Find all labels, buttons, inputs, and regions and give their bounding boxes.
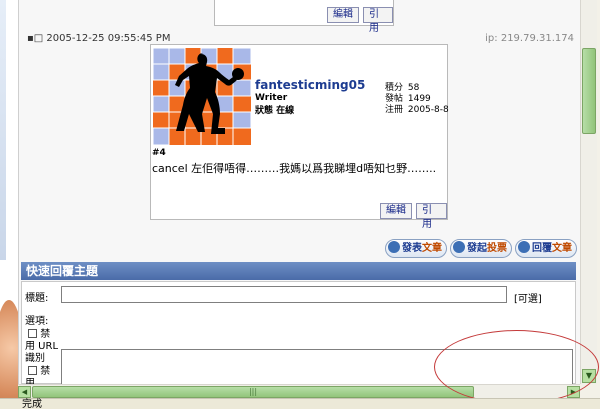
vertical-scrollbar[interactable]: ▼ (580, 0, 597, 384)
red-annotation-circle (434, 330, 599, 404)
new-topic-label-1: 發表 (402, 243, 422, 254)
post-card: fantesticming05 Writer 狀態 在線 積分 58 發帖 14… (150, 44, 449, 230)
post-date: ▪□ 2005-12-25 09:55:45 PM (27, 33, 170, 44)
new-topic-button[interactable]: 發表文章 (385, 239, 447, 258)
horizontal-scroll-thumb[interactable]: ||| (32, 386, 474, 398)
disable-smilies-label-2: 用 (25, 378, 35, 384)
new-poll-label-1: 發起 (467, 243, 487, 254)
new-poll-icon (453, 241, 465, 253)
username[interactable]: fantesticming05 (255, 78, 365, 92)
stat-label: 注冊 (385, 105, 404, 115)
quote-button[interactable]: 引用 (416, 203, 447, 230)
title-label: 標題: (25, 293, 49, 304)
title-input[interactable] (61, 286, 507, 303)
new-topic-label-2: 文章 (422, 243, 442, 254)
reply-label-1: 回覆 (532, 243, 552, 254)
new-poll-button[interactable]: 發起投票 (450, 239, 512, 258)
new-topic-icon (388, 241, 400, 253)
reply-button[interactable]: 回覆文章 (515, 239, 577, 258)
desktop-decoration (0, 0, 18, 409)
user-rank: Writer (255, 93, 288, 103)
previous-post-box: 編輯 引用 (214, 0, 394, 34)
stat-value: 2005-8-8 (407, 105, 449, 115)
reply-label-2: 文章 (552, 243, 572, 254)
post-ip: ip: 219.79.31.174 (485, 33, 574, 44)
post-date-text: 2005-12-25 09:55:45 PM (46, 33, 171, 44)
new-poll-label-2: 投票 (487, 243, 507, 254)
reply-icon (518, 241, 530, 253)
post-icon: ▪□ (27, 33, 44, 44)
stat-registered: 注冊 2005-8-8 (385, 102, 449, 115)
disable-smilies-label: 禁 (40, 366, 51, 377)
optional-label: [可選] (514, 294, 542, 305)
quote-button-previous[interactable]: 引用 (363, 7, 393, 34)
vertical-scroll-thumb[interactable] (582, 48, 596, 134)
scroll-left-arrow-icon[interactable]: ◀ (18, 386, 31, 398)
edit-button[interactable]: 編輯 (380, 203, 412, 219)
post-content: cancel 左佢得唔得………我媽以爲我睇埋d唔知乜野…….. (152, 162, 437, 175)
status-bar: 完成 (0, 398, 600, 409)
post-number: #4 (152, 148, 166, 158)
user-avatar-image (153, 48, 251, 145)
user-status: 狀態 在線 (255, 106, 295, 116)
edit-button-previous[interactable]: 編輯 (327, 7, 359, 23)
quick-reply-header: 快速回覆主題 (21, 262, 576, 280)
wallpaper-figure (0, 300, 18, 409)
browser-viewport: 編輯 引用 ▪□ 2005-12-25 09:55:45 PM ip: 219.… (18, 0, 580, 384)
window-edge (0, 0, 6, 260)
